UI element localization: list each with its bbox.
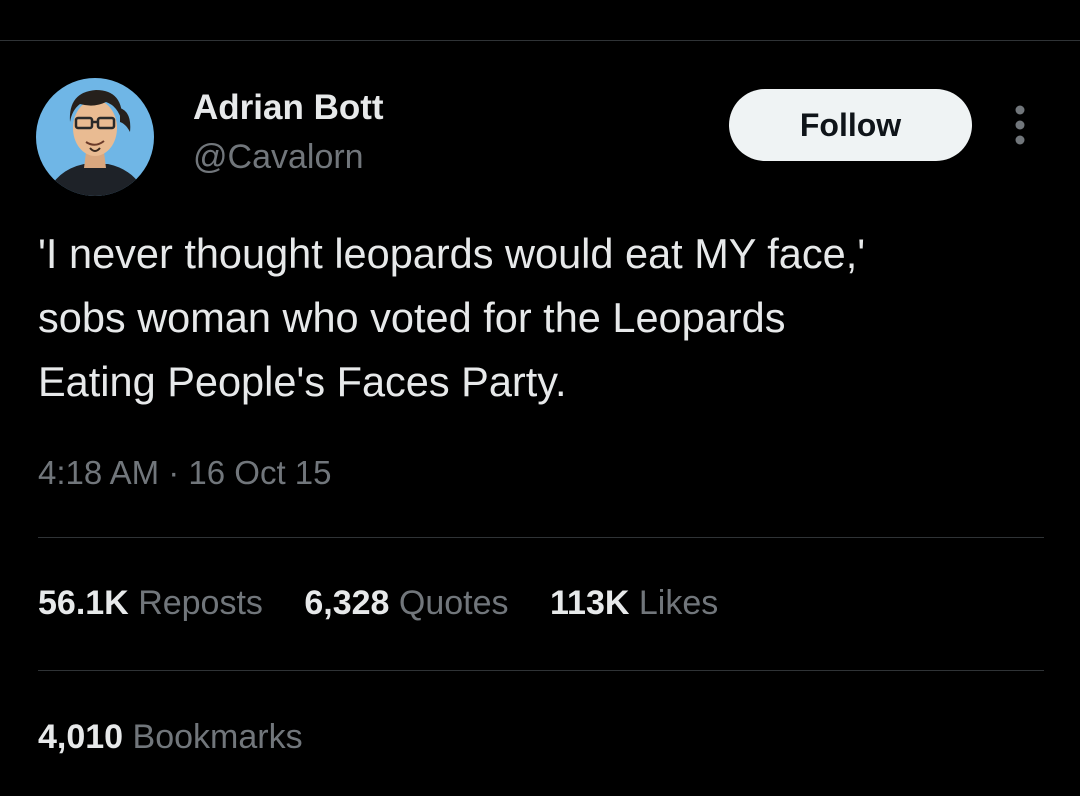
author-handle[interactable]: @Cavalorn [193, 138, 364, 177]
top-divider [0, 40, 1080, 41]
tweet-text: 'I never thought leopards would eat MY f… [38, 222, 1048, 414]
follow-button[interactable]: Follow [729, 89, 972, 161]
divider [38, 670, 1044, 671]
reposts-label: Reposts [138, 584, 263, 622]
likes-label: Likes [638, 584, 719, 622]
quotes-stat[interactable]: 6,328 Quotes [304, 584, 508, 623]
reposts-count: 56.1K [38, 584, 129, 622]
more-options-button[interactable] [1002, 100, 1038, 150]
likes-count: 113K [550, 584, 630, 622]
timestamp-time: 4:18 AM [38, 454, 160, 491]
bookmarks-label: Bookmarks [132, 718, 303, 756]
bookmarks-stat[interactable]: 4,010 Bookmarks [38, 718, 303, 757]
quotes-count: 6,328 [304, 584, 390, 622]
timestamp-date: 16 Oct 15 [188, 454, 332, 491]
tweet-text-line: sobs woman who voted for the Leopards [38, 294, 786, 341]
reposts-stat[interactable]: 56.1K Reposts [38, 584, 263, 623]
engagement-stats: 56.1K Reposts 6,328 Quotes 113K Likes [38, 584, 750, 623]
more-vertical-icon [1015, 105, 1025, 145]
divider [38, 537, 1044, 538]
timestamp-separator: · [168, 454, 180, 491]
bookmarks-count: 4,010 [38, 718, 124, 756]
avatar[interactable] [36, 78, 154, 196]
tweet-text-line: Eating People's Faces Party. [38, 358, 567, 405]
tweet-text-line: 'I never thought leopards would eat MY f… [38, 230, 866, 277]
timestamp[interactable]: 4:18 AM · 16 Oct 15 [38, 454, 332, 492]
avatar-cartoon-icon [36, 78, 154, 196]
likes-stat[interactable]: 113K Likes [550, 584, 718, 623]
quotes-label: Quotes [398, 584, 509, 622]
author-name[interactable]: Adrian Bott [193, 88, 384, 128]
